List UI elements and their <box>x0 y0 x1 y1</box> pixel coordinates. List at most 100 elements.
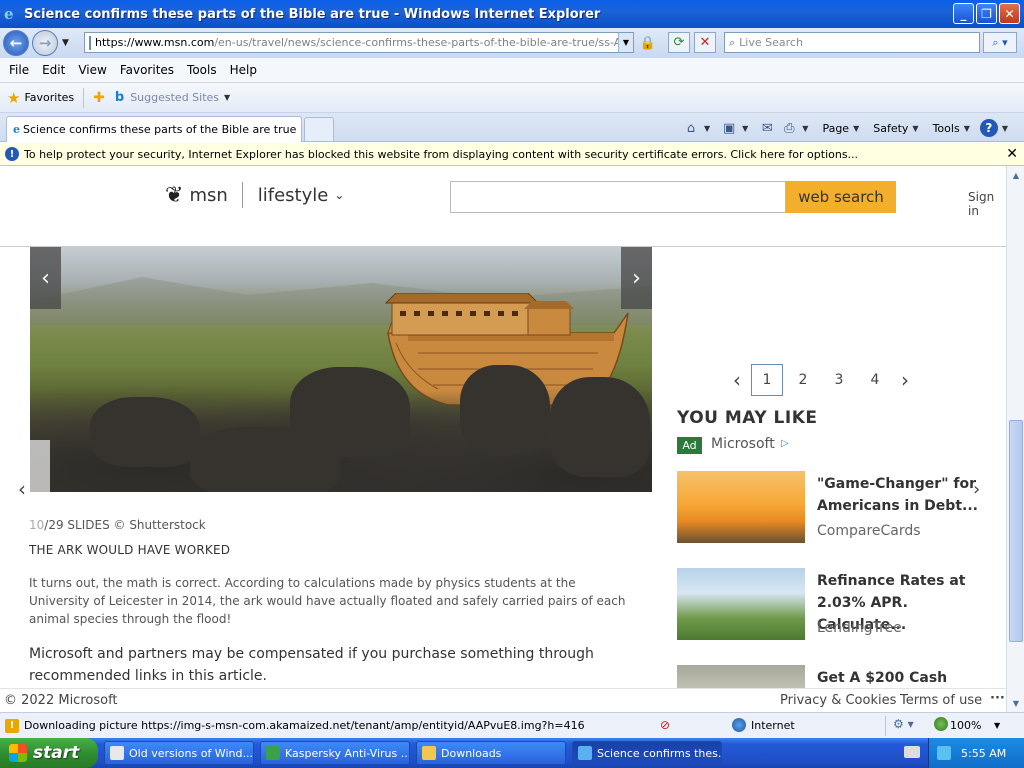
security-lock-icon[interactable]: 🔒 <box>638 33 658 53</box>
msn-brand[interactable]: msn <box>189 185 227 206</box>
chevron-right-icon[interactable]: › <box>973 479 980 500</box>
security-zone[interactable]: Internet <box>751 719 795 732</box>
chevron-left-icon[interactable]: ‹ <box>18 477 26 501</box>
close-button[interactable]: ✕ <box>999 3 1020 24</box>
stop-button[interactable]: ✕ <box>694 32 716 53</box>
home-dropdown[interactable]: ▼ <box>704 124 710 133</box>
card-headline[interactable]: Get A $200 Cash <box>817 667 987 689</box>
slide-body: It turns out, the math is correct. Accor… <box>29 576 626 626</box>
menu-file[interactable]: File <box>9 63 29 77</box>
print-dropdown[interactable]: ▼ <box>802 124 808 133</box>
suggested-sites-link[interactable]: Suggested Sites <box>130 91 219 104</box>
start-button[interactable]: start <box>0 738 98 768</box>
window-title: Science confirms these parts of the Bibl… <box>24 6 601 22</box>
info-bar-message[interactable]: To help protect your security, Internet … <box>24 148 858 161</box>
card-headline[interactable]: "Game-Changer" for Americans in Debt... <box>817 473 987 517</box>
help-dropdown[interactable]: ▼ <box>1002 124 1008 133</box>
slide-image[interactable] <box>30 247 652 492</box>
adchoices-icon[interactable]: ▷ <box>781 438 789 449</box>
pager-page-2[interactable]: 2 <box>787 364 819 396</box>
tools-menu-dropdown[interactable]: ▼ <box>964 124 970 133</box>
terms-link[interactable]: Terms of use <box>900 693 982 708</box>
feeds-icon[interactable]: ▣ <box>720 119 738 137</box>
keyboard-icon[interactable] <box>904 746 920 758</box>
pager-page-1[interactable]: 1 <box>751 364 783 396</box>
menu-tools[interactable]: Tools <box>187 63 217 77</box>
add-to-favorites-icon[interactable]: ✚ <box>93 90 105 106</box>
card-thumbnail[interactable] <box>677 471 805 543</box>
section-selector[interactable]: lifestyle <box>258 185 329 206</box>
network-icon[interactable] <box>937 746 951 760</box>
msn-header: ❦ msn lifestyle ⌄ <box>165 182 344 208</box>
new-tab-button[interactable] <box>304 117 334 141</box>
chevron-down-icon[interactable]: ⌄ <box>334 188 344 202</box>
menu-view[interactable]: View <box>78 63 106 77</box>
address-url[interactable]: https://www.msn.com/en-us/travel/news/sc… <box>95 36 633 49</box>
scroll-down-icon[interactable]: ▼ <box>1010 696 1022 710</box>
zoom-dropdown[interactable]: ▼ <box>994 721 1000 730</box>
address-bar[interactable]: https://www.msn.com/en-us/travel/news/sc… <box>84 32 634 53</box>
ad-card[interactable]: "Game-Changer" for Americans in Debt... … <box>677 471 987 545</box>
ad-card[interactable]: Refinance Rates at 2.03% APR. Calculate.… <box>677 568 987 642</box>
card-source[interactable]: CompareCards <box>817 523 921 539</box>
pager-page-4[interactable]: 4 <box>859 364 891 396</box>
command-bar: ⌂ ▼ ▣ ▼ ✉ ⎙ ▼ Page ▼ Safety ▼ Tools ▼ ? ▼ <box>682 117 1014 139</box>
menu-favorites[interactable]: Favorites <box>120 63 174 77</box>
taskbar-item[interactable]: Old versions of Wind... <box>104 741 254 765</box>
favorites-star-icon[interactable]: ★ <box>7 89 20 107</box>
taskbar-item[interactable]: Kaspersky Anti-Virus ... <box>260 741 410 765</box>
page-menu-dropdown[interactable]: ▼ <box>853 124 859 133</box>
favorites-button[interactable]: Favorites <box>24 91 74 104</box>
home-icon[interactable]: ⌂ <box>682 119 700 137</box>
scroll-up-icon[interactable]: ▲ <box>1010 168 1022 182</box>
protected-mode-icon[interactable]: ⚙ ▾ <box>893 717 914 731</box>
privacy-link[interactable]: Privacy & Cookies <box>780 693 896 708</box>
side-peek-slide[interactable] <box>30 440 50 492</box>
zoom-level[interactable]: 100% <box>950 719 981 732</box>
address-dropdown[interactable]: ▼ <box>618 33 633 52</box>
security-info-bar[interactable]: ! To help protect your security, Interne… <box>0 143 1024 166</box>
card-source[interactable]: LendingTree <box>817 620 902 636</box>
tab-active[interactable]: e Science confirms these parts of the Bi… <box>6 116 302 142</box>
search-go-button[interactable]: ⌕ ▾ <box>983 32 1017 53</box>
tools-menu[interactable]: Tools <box>933 122 960 135</box>
refresh-button[interactable]: ⟳ <box>668 32 690 53</box>
minimize-button[interactable]: _ <box>953 3 974 24</box>
restore-button[interactable]: ❐ <box>976 3 997 24</box>
zoom-icon <box>934 717 948 731</box>
scrollbar-thumb[interactable] <box>1009 420 1023 642</box>
sign-in-link[interactable]: Sign in <box>968 190 1006 218</box>
menu-help[interactable]: Help <box>230 63 257 77</box>
card-thumbnail[interactable] <box>677 568 805 640</box>
help-icon[interactable]: ? <box>979 119 998 137</box>
forward-button[interactable]: → <box>32 30 58 56</box>
taskbar-item[interactable]: Downloads <box>416 741 566 765</box>
popup-blocked-icon[interactable]: ⊘ <box>660 718 670 732</box>
more-options-icon[interactable]: ··· <box>990 691 1005 706</box>
slide-next-button[interactable]: › <box>621 247 652 309</box>
info-bar-close-icon[interactable]: ✕ <box>1006 146 1018 162</box>
safety-menu-dropdown[interactable]: ▼ <box>912 124 918 133</box>
ad-source[interactable]: Microsoft <box>711 436 775 452</box>
feeds-dropdown[interactable]: ▼ <box>742 124 748 133</box>
system-tray: 5:55 AM <box>928 738 1024 768</box>
safety-menu[interactable]: Safety <box>873 122 908 135</box>
pager-prev-icon[interactable]: ‹ <box>725 368 749 392</box>
live-search-input[interactable]: ⌕ Live Search <box>724 32 980 53</box>
slide-prev-button[interactable]: ‹ <box>30 247 61 309</box>
menu-edit[interactable]: Edit <box>42 63 65 77</box>
web-search-button[interactable]: web search <box>786 181 896 213</box>
msn-butterfly-icon[interactable]: ❦ <box>165 183 183 208</box>
recent-pages-dropdown[interactable]: ▼ <box>62 38 69 48</box>
clock[interactable]: 5:55 AM <box>961 747 1006 760</box>
vertical-scrollbar[interactable]: ▲ ▼ <box>1006 166 1024 712</box>
suggested-sites-dropdown[interactable]: ▼ <box>224 93 230 102</box>
read-mail-icon[interactable]: ✉ <box>758 119 776 137</box>
web-search-input[interactable] <box>450 181 786 213</box>
page-menu[interactable]: Page <box>822 122 849 135</box>
pager-page-3[interactable]: 3 <box>823 364 855 396</box>
print-icon[interactable]: ⎙ <box>780 119 798 137</box>
back-button[interactable]: ← <box>3 30 29 56</box>
taskbar-item-active[interactable]: Science confirms thes... <box>572 741 722 765</box>
pager-next-icon[interactable]: › <box>893 368 917 392</box>
